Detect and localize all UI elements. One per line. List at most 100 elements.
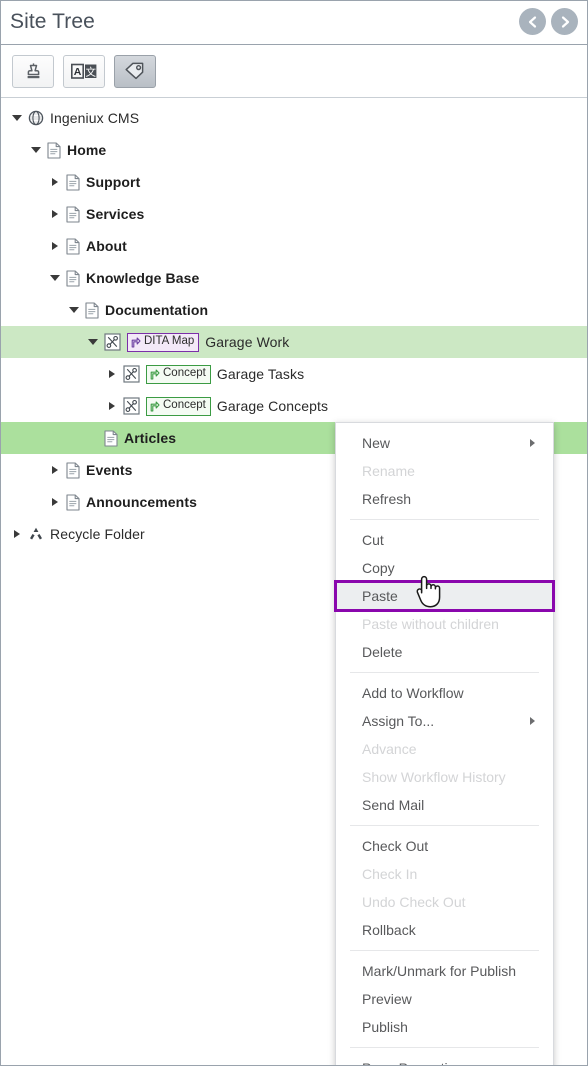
context-menu-item-label: Copy: [362, 560, 395, 576]
context-menu-item-label: Refresh: [362, 491, 412, 507]
tree-node-label: Ingeniux CMS: [50, 110, 140, 126]
tree-node-label: Garage Work: [205, 334, 290, 350]
dita-icon: [104, 333, 121, 351]
chevron-down-icon[interactable]: [29, 143, 43, 157]
context-menu-item[interactable]: Preview: [336, 985, 553, 1013]
context-menu-item: Advance: [336, 735, 553, 763]
context-menu-item-label: Send Mail: [362, 797, 425, 813]
publish-stamp-button[interactable]: [12, 54, 54, 88]
context-menu-item-label: Advance: [362, 741, 417, 757]
tree-node-label: Home: [67, 142, 107, 158]
tree-node-row[interactable]: Ingeniux CMS: [1, 102, 587, 134]
tree-node-row[interactable]: Concept Garage Concepts: [1, 390, 587, 422]
context-menu-item[interactable]: Copy: [336, 554, 553, 582]
schema-badge: Concept: [146, 396, 211, 416]
dita-icon: [123, 397, 140, 415]
page-title: Site Tree: [10, 10, 95, 33]
dita-icon: [123, 365, 140, 383]
chevron-down-icon[interactable]: [86, 335, 100, 349]
page-icon: [47, 141, 61, 159]
chevron-down-icon[interactable]: [48, 271, 62, 285]
context-menu-item[interactable]: Cut: [336, 526, 553, 554]
context-menu-item[interactable]: Mark/Unmark for Publish: [336, 957, 553, 985]
context-menu-item-label: Mark/Unmark for Publish: [362, 963, 517, 979]
dita-icon: [123, 397, 140, 415]
site-tree-panel: Site Tree A 文 Ingeniux CMS Home Support …: [0, 0, 588, 1066]
context-menu-item[interactable]: Paste: [334, 580, 555, 612]
context-menu-item: Show Workflow History: [336, 763, 553, 791]
context-menu-item-label: Rename: [362, 463, 415, 479]
back-button[interactable]: [519, 8, 546, 35]
tree-node-row[interactable]: Knowledge Base: [1, 262, 587, 294]
back-arrow-icon: [528, 15, 536, 28]
chevron-down-icon[interactable]: [67, 303, 81, 317]
translate-icon: A 文: [70, 63, 96, 79]
page-icon: [66, 237, 80, 255]
page-icon: [104, 429, 118, 447]
dita-icon: [123, 365, 140, 383]
context-menu-item-label: Preview: [362, 991, 412, 1007]
menu-separator: [350, 1047, 539, 1048]
page-icon: [66, 173, 80, 191]
schema-badge-label: DITA Map: [144, 335, 195, 348]
context-menu-item[interactable]: New: [336, 429, 553, 457]
submenu-arrow-icon: [530, 717, 535, 725]
context-menu-item: Check In: [336, 860, 553, 888]
context-menu-item[interactable]: Assign To...: [336, 707, 553, 735]
context-menu-item-label: Publish: [362, 1019, 408, 1035]
context-menu-item[interactable]: Refresh: [336, 485, 553, 513]
chevron-right-icon[interactable]: [48, 207, 62, 221]
schema-badge-label: Concept: [163, 367, 206, 380]
page-icon: [66, 269, 80, 287]
context-menu-item-label: Paste: [362, 588, 398, 604]
chevron-right-icon[interactable]: [105, 399, 119, 413]
context-menu-item-label: Add to Workflow: [362, 685, 464, 701]
dita-arrow-icon: [150, 400, 160, 412]
translate-button[interactable]: A 文: [63, 54, 105, 88]
tree-node-row[interactable]: Documentation: [1, 294, 587, 326]
page-icon: [85, 301, 99, 319]
chevron-right-icon[interactable]: [48, 175, 62, 189]
context-menu-item[interactable]: Add to Workflow: [336, 679, 553, 707]
tree-node-row[interactable]: DITA Map Garage Work: [1, 326, 587, 358]
tree-node-row[interactable]: Concept Garage Tasks: [1, 358, 587, 390]
tree-toolbar: A 文: [1, 45, 587, 98]
tree-node-row[interactable]: Support: [1, 166, 587, 198]
context-menu-item-label: Cut: [362, 532, 384, 548]
page-icon: [66, 493, 80, 511]
page-icon: [47, 141, 61, 159]
schema-badge: DITA Map: [127, 332, 200, 352]
chevron-right-icon[interactable]: [105, 367, 119, 381]
context-menu-item-label: Paste without children: [362, 616, 499, 632]
context-menu-item-label: Undo Check Out: [362, 894, 466, 910]
context-menu-item-label: Show Workflow History: [362, 769, 506, 785]
context-menu-item-label: Delete: [362, 644, 403, 660]
tree-node-label: Recycle Folder: [50, 526, 145, 542]
tree-node-label: Garage Tasks: [216, 366, 305, 382]
forward-button[interactable]: [551, 8, 578, 35]
chevron-right-icon[interactable]: [48, 495, 62, 509]
tag-button[interactable]: [114, 54, 156, 88]
submenu-arrow-icon: [530, 439, 535, 447]
context-menu-item[interactable]: Check Out: [336, 832, 553, 860]
context-menu-item-label: Assign To...: [362, 713, 435, 729]
tree-node-row[interactable]: Services: [1, 198, 587, 230]
tree-node-label: Articles: [124, 430, 177, 446]
context-menu-item[interactable]: Rollback: [336, 916, 553, 944]
svg-text:文: 文: [85, 65, 96, 78]
context-menu-item: Undo Check Out: [336, 888, 553, 916]
tree-node-row[interactable]: Home: [1, 134, 587, 166]
chevron-right-icon[interactable]: [48, 239, 62, 253]
page-icon: [66, 205, 80, 223]
chevron-down-icon[interactable]: [10, 111, 24, 125]
navigation-buttons: [519, 8, 578, 35]
svg-text:A: A: [73, 66, 81, 78]
context-menu-item[interactable]: Page Properties: [336, 1054, 553, 1065]
page-icon: [66, 269, 80, 287]
chevron-right-icon[interactable]: [10, 527, 24, 541]
tree-node-row[interactable]: About: [1, 230, 587, 262]
context-menu-item[interactable]: Send Mail: [336, 791, 553, 819]
context-menu-item[interactable]: Publish: [336, 1013, 553, 1041]
context-menu-item[interactable]: Delete: [336, 638, 553, 666]
chevron-right-icon[interactable]: [48, 463, 62, 477]
